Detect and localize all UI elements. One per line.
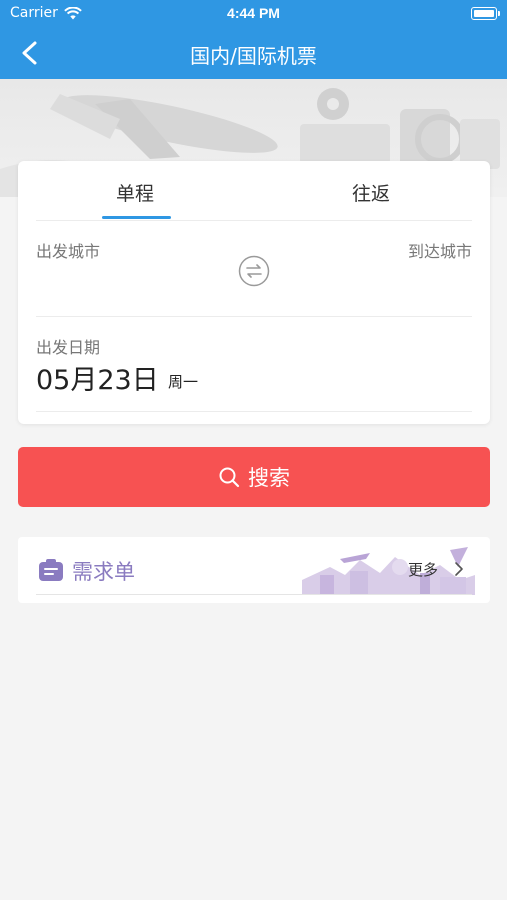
- more-link[interactable]: 更多: [408, 559, 438, 580]
- page-title: 国内/国际机票: [190, 44, 317, 68]
- departure-date-value[interactable]: 05月23日: [36, 358, 159, 397]
- swap-icon[interactable]: [238, 255, 270, 287]
- search-button-label: 搜索: [248, 466, 290, 490]
- divider: [36, 220, 472, 221]
- chevron-right-icon[interactable]: [454, 561, 464, 577]
- status-time: 4:44 PM: [227, 5, 280, 21]
- status-bar: Carrier 4:44 PM: [0, 0, 507, 28]
- search-icon: [219, 467, 240, 488]
- tab-round-trip[interactable]: 往返: [352, 179, 390, 206]
- arrival-city-field[interactable]: 到达城市: [408, 238, 472, 262]
- departure-date-label: 出发日期: [36, 338, 101, 357]
- departure-city-field[interactable]: 出发城市: [36, 238, 100, 262]
- divider: [36, 316, 472, 317]
- demand-list-title: 需求单: [72, 560, 135, 584]
- divider: [36, 594, 472, 595]
- demand-list-panel: 需求单 更多: [18, 537, 490, 603]
- search-button[interactable]: 搜索: [18, 447, 490, 507]
- battery-icon: [471, 7, 500, 20]
- tab-one-way[interactable]: 单程: [116, 179, 154, 206]
- tab-active-indicator: [102, 216, 171, 219]
- travel-illustration: [302, 547, 475, 595]
- departure-weekday: 周一: [168, 373, 199, 391]
- divider: [36, 411, 472, 412]
- flight-search-card: 单程 往返 出发城市 到达城市 出发日期 05月23日 周一: [18, 161, 490, 424]
- demand-list-icon: [39, 559, 63, 581]
- navigation-bar: 国内/国际机票: [0, 28, 507, 79]
